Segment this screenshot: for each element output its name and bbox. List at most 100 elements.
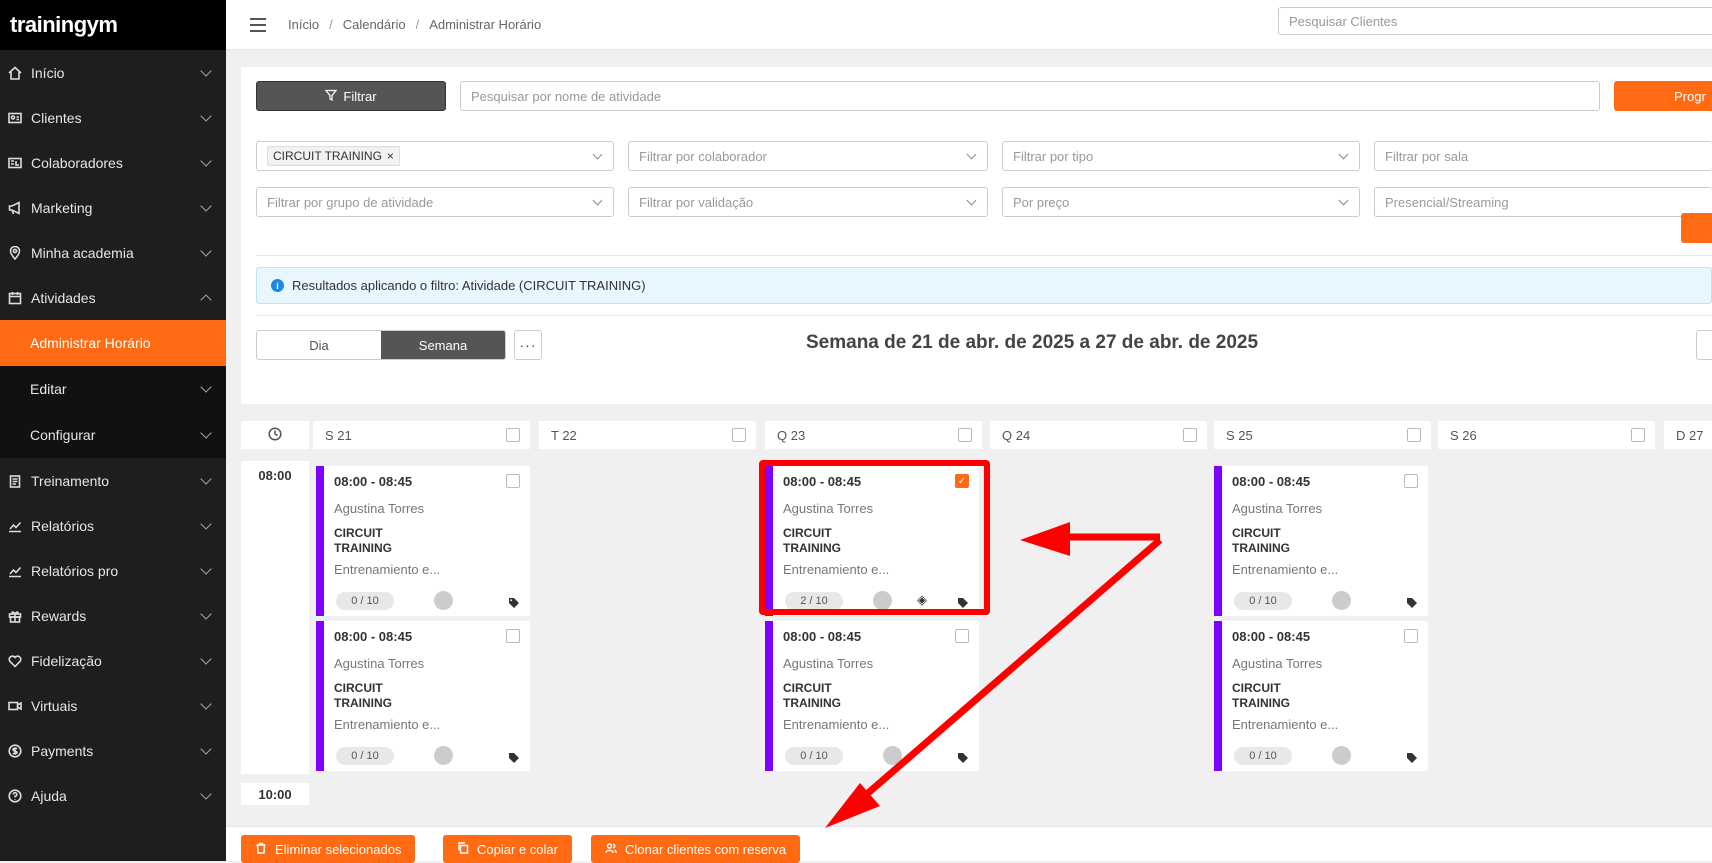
location-icon bbox=[8, 245, 22, 260]
select-day-checkbox[interactable] bbox=[958, 428, 972, 442]
chip-remove-icon[interactable]: × bbox=[387, 149, 394, 163]
sidebar-item-label: Atividades bbox=[31, 289, 96, 306]
trash-icon bbox=[255, 842, 267, 857]
sidebar-item-atividades[interactable]: Atividades bbox=[0, 275, 226, 320]
chevron-down-icon bbox=[200, 517, 212, 530]
class-card[interactable]: 08:00 - 08:45 Agustina Torres CIRCUIT TR… bbox=[765, 621, 979, 771]
class-name: CIRCUIT TRAINING bbox=[334, 526, 392, 555]
day-header-q23: Q 23 bbox=[765, 421, 982, 449]
sidebar-item-rewards[interactable]: Rewards bbox=[0, 593, 226, 638]
day-header-d27: D 27 bbox=[1664, 421, 1712, 449]
sidebar: trainingym Início Clientes Colaboradores… bbox=[0, 0, 226, 861]
info-icon: i bbox=[271, 279, 284, 292]
brand-logo[interactable]: trainingym bbox=[0, 0, 226, 50]
class-instructor: Agustina Torres bbox=[334, 501, 425, 516]
select-day-checkbox[interactable] bbox=[1631, 428, 1645, 442]
class-select-checkbox[interactable] bbox=[1404, 474, 1418, 488]
chevron-down-icon bbox=[200, 199, 212, 212]
class-card[interactable]: 08:00 - 08:45 Agustina Torres CIRCUIT TR… bbox=[316, 466, 530, 616]
mode-filter-select[interactable]: Presencial/Streaming bbox=[1374, 187, 1712, 217]
class-card[interactable]: 08:00 - 08:45 Agustina Torres CIRCUIT TR… bbox=[1214, 621, 1428, 771]
day-header-q24: Q 24 bbox=[990, 421, 1207, 449]
chevron-down-icon bbox=[592, 149, 603, 160]
class-time: 08:00 - 08:45 bbox=[1232, 474, 1311, 489]
chevron-down-icon bbox=[200, 64, 212, 77]
sidebar-item-ajuda[interactable]: Ajuda bbox=[0, 773, 226, 818]
sidebar-item-marketing[interactable]: Marketing bbox=[0, 185, 226, 230]
class-card[interactable]: 08:00 - 08:45 Agustina Torres CIRCUIT TR… bbox=[316, 621, 530, 771]
tag-icon[interactable] bbox=[957, 751, 969, 763]
class-description: Entrenamiento e... bbox=[1232, 562, 1339, 577]
program-button[interactable]: Progr bbox=[1614, 81, 1712, 111]
client-search-input[interactable]: Pesquisar Clientes bbox=[1278, 7, 1712, 35]
activity-group-filter-select[interactable]: Filtrar por grupo de atividade bbox=[256, 187, 614, 217]
delete-selected-button[interactable]: Eliminar selecionados bbox=[241, 835, 416, 863]
dollar-icon bbox=[8, 743, 22, 758]
help-icon bbox=[8, 788, 22, 803]
view-week-button[interactable]: Semana bbox=[381, 331, 505, 359]
breadcrumb-calendario[interactable]: Calendário bbox=[343, 17, 406, 32]
next-week-button[interactable] bbox=[1696, 330, 1712, 360]
class-instructor: Agustina Torres bbox=[1232, 501, 1323, 516]
tag-icon[interactable] bbox=[508, 751, 520, 763]
clipboard-icon bbox=[8, 474, 22, 488]
copy-paste-button[interactable]: Copiar e colar bbox=[443, 835, 572, 863]
select-day-checkbox[interactable] bbox=[732, 428, 746, 442]
validation-filter-select[interactable]: Filtrar por validação bbox=[628, 187, 988, 217]
chevron-down-icon bbox=[200, 154, 212, 167]
room-filter-select[interactable]: Filtrar por sala bbox=[1374, 141, 1712, 171]
tag-icon[interactable] bbox=[957, 596, 969, 608]
activity-filter-select[interactable]: CIRCUIT TRAINING × bbox=[256, 141, 614, 171]
day-header-label: D 27 bbox=[1676, 427, 1704, 443]
filter-button[interactable]: Filtrar bbox=[256, 81, 446, 111]
sidebar-item-relatorios-pro[interactable]: Relatórios pro bbox=[0, 548, 226, 593]
class-occupancy: 2 / 10 bbox=[785, 592, 843, 610]
sidebar-item-colaboradores[interactable]: Colaboradores bbox=[0, 140, 226, 185]
sidebar-item-fidelizacao[interactable]: Fidelização bbox=[0, 638, 226, 683]
tag-icon[interactable] bbox=[1406, 751, 1418, 763]
sidebar-subitem-administrar-horario[interactable]: Administrar Horário bbox=[0, 320, 226, 366]
sidebar-subitem-configurar[interactable]: Configurar bbox=[0, 412, 226, 458]
time-column: 08:00 bbox=[241, 461, 309, 774]
sidebar-item-relatorios[interactable]: Relatórios bbox=[0, 503, 226, 548]
apply-filter-button[interactable] bbox=[1681, 213, 1712, 243]
sidebar-item-clientes[interactable]: Clientes bbox=[0, 95, 226, 140]
class-select-checkbox[interactable]: ✓ bbox=[955, 474, 969, 488]
price-filter-select[interactable]: Por preço bbox=[1002, 187, 1360, 217]
class-instructor: Agustina Torres bbox=[1232, 656, 1323, 671]
class-select-checkbox[interactable] bbox=[506, 474, 520, 488]
menu-toggle-icon[interactable] bbox=[250, 17, 266, 32]
chevron-down-icon bbox=[592, 195, 603, 206]
collaborator-filter-select[interactable]: Filtrar por colaborador bbox=[628, 141, 988, 171]
price-filter-placeholder: Por preço bbox=[1013, 195, 1070, 210]
class-card-selected[interactable]: 08:00 - 08:45 ✓ Agustina Torres CIRCUIT … bbox=[765, 466, 979, 616]
sidebar-item-inicio[interactable]: Início bbox=[0, 50, 226, 95]
class-card[interactable]: 08:00 - 08:45 Agustina Torres CIRCUIT TR… bbox=[1214, 466, 1428, 616]
breadcrumb: Início / Calendário / Administrar Horári… bbox=[288, 17, 541, 32]
select-day-checkbox[interactable] bbox=[506, 428, 520, 442]
view-day-button[interactable]: Dia bbox=[257, 331, 381, 359]
clone-clients-button[interactable]: Clonar clientes com reserva bbox=[591, 835, 801, 863]
day-header-label: S 21 bbox=[325, 427, 352, 443]
sidebar-subitem-editar[interactable]: Editar bbox=[0, 366, 226, 412]
select-day-checkbox[interactable] bbox=[1407, 428, 1421, 442]
tag-icon[interactable] bbox=[508, 596, 520, 608]
more-options-button[interactable]: ··· bbox=[514, 330, 542, 360]
class-time: 08:00 - 08:45 bbox=[783, 629, 862, 644]
class-instructor: Agustina Torres bbox=[334, 656, 425, 671]
tag-icon[interactable] bbox=[1406, 596, 1418, 608]
sidebar-item-payments[interactable]: Payments bbox=[0, 728, 226, 773]
copy-icon bbox=[457, 841, 469, 857]
select-day-checkbox[interactable] bbox=[1183, 428, 1197, 442]
sidebar-item-minha-academia[interactable]: Minha academia bbox=[0, 230, 226, 275]
class-select-checkbox[interactable] bbox=[506, 629, 520, 643]
chevron-down-icon bbox=[200, 244, 212, 257]
class-select-checkbox[interactable] bbox=[955, 629, 969, 643]
chevron-down-icon bbox=[200, 787, 212, 800]
sidebar-item-treinamento[interactable]: Treinamento bbox=[0, 458, 226, 503]
class-select-checkbox[interactable] bbox=[1404, 629, 1418, 643]
type-filter-select[interactable]: Filtrar por tipo bbox=[1002, 141, 1360, 171]
breadcrumb-inicio[interactable]: Início bbox=[288, 17, 319, 32]
activity-search-input[interactable]: Pesquisar por nome de atividade bbox=[460, 81, 1600, 111]
sidebar-item-virtuais[interactable]: Virtuais bbox=[0, 683, 226, 728]
